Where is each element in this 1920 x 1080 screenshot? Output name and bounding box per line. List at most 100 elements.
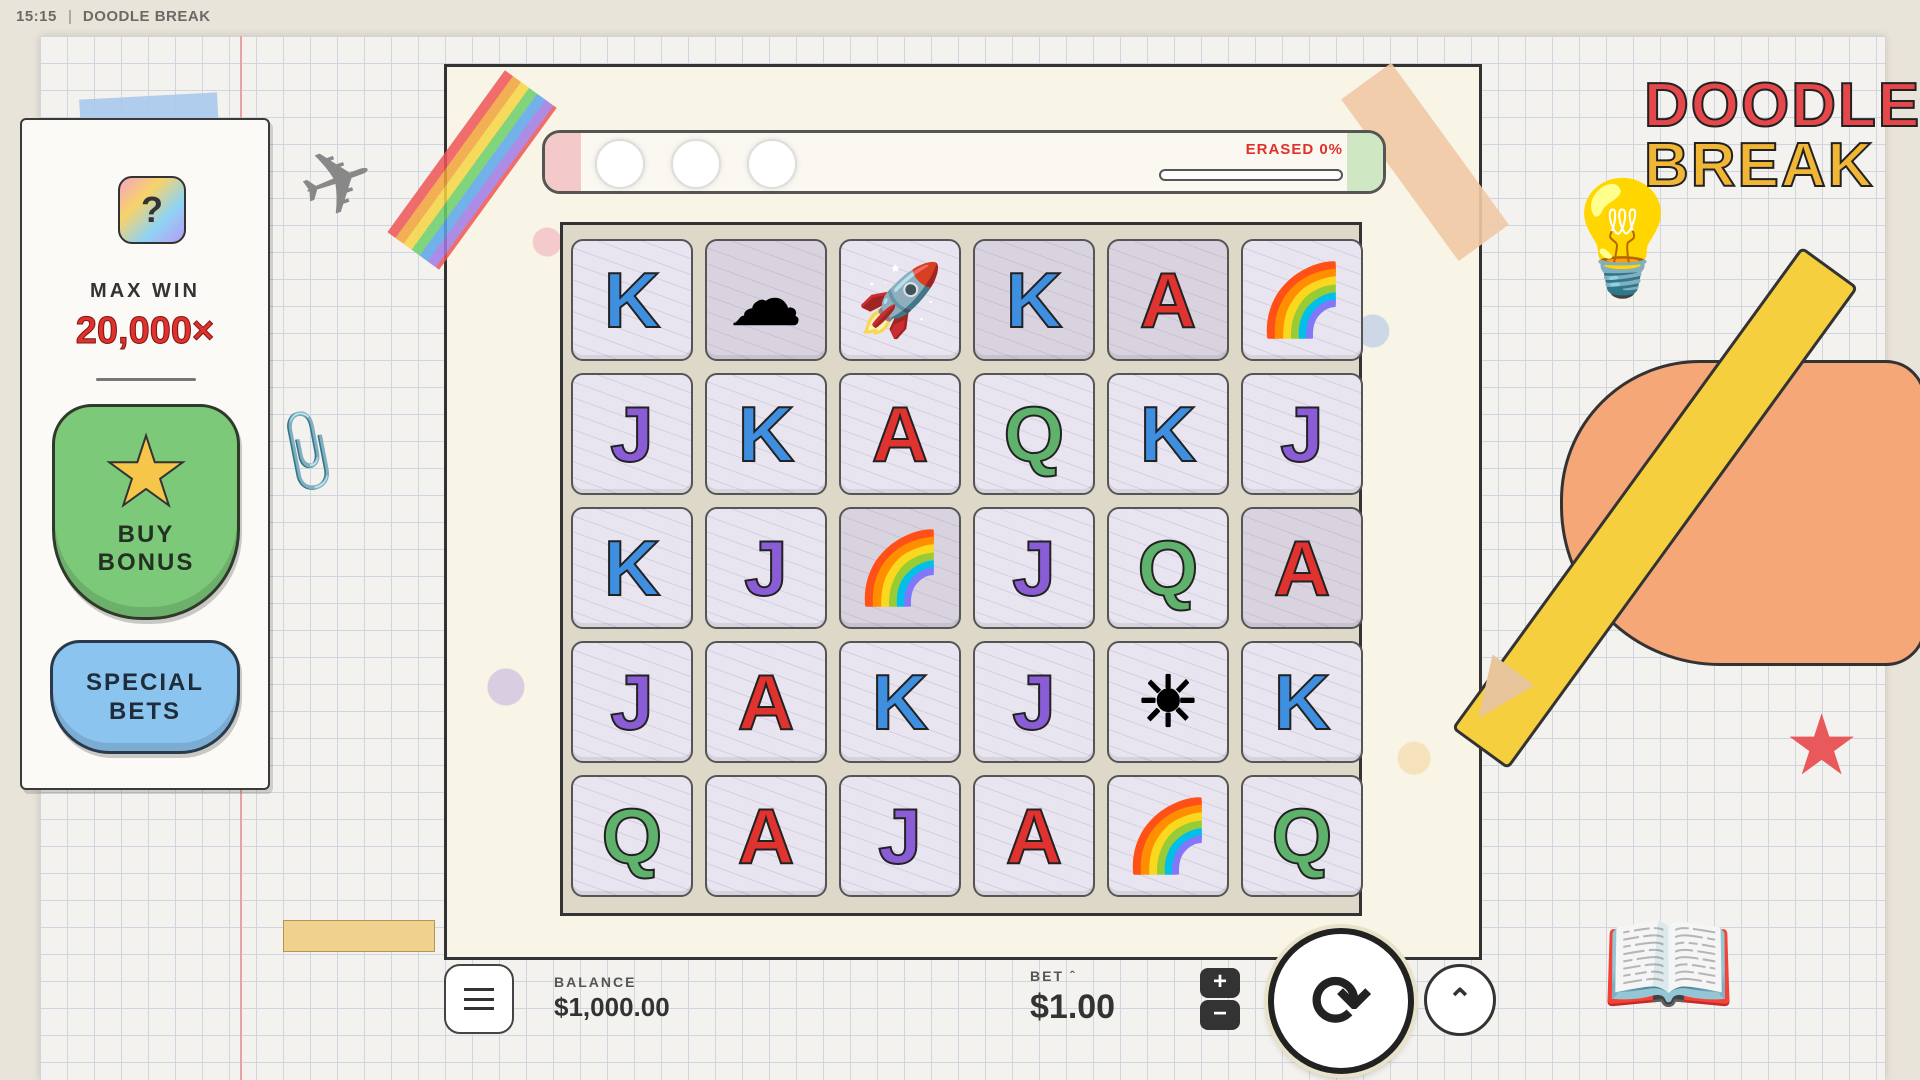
reel-symbol-cell: A [839, 373, 961, 495]
symbol-q: Q [601, 792, 664, 880]
menu-icon [464, 988, 494, 1010]
balance-label: BALANCE [554, 974, 637, 990]
bet-value[interactable]: $1.00 [1030, 988, 1115, 1027]
erased-progress-track [1159, 169, 1343, 181]
clock-time: 15:15 [16, 8, 57, 25]
special-bets-button[interactable]: SPECIAL BETS [50, 640, 240, 754]
reel-symbol-cell: Q [1107, 507, 1229, 629]
star-question-icon: ★ [102, 419, 190, 526]
symbol-j: J [743, 524, 788, 612]
help-info-button[interactable]: ? [118, 176, 186, 244]
reel-symbol-cell: K [571, 239, 693, 361]
reel-symbol-cell: 🚀 [839, 239, 961, 361]
red-star-icon: ★ [1784, 698, 1860, 792]
symbol-a: A [1273, 524, 1331, 612]
reel-grid: K ☁ 🚀 K A 🌈 J K A Q K J K J 🌈 J Q A J A K J ☀ K Q A J A 🌈 Q [560, 222, 1363, 916]
reel-symbol-cell: J [705, 507, 827, 629]
reel-symbol-cell: A [1241, 507, 1363, 629]
symbol-k: K [603, 256, 661, 344]
reel-symbol-cell: K [1107, 373, 1229, 495]
bet-increase-button[interactable]: + [1200, 968, 1240, 998]
rainbow-icon: 🌈 [1258, 261, 1346, 339]
buy-bonus-label-line2: BONUS [97, 549, 195, 576]
symbol-j: J [609, 390, 654, 478]
symbol-j: J [1011, 524, 1056, 612]
menu-button[interactable] [444, 964, 514, 1034]
reel-symbol-cell: ☀ [1107, 641, 1229, 763]
reel-symbol-cell: K [839, 641, 961, 763]
logo-line2: BREAK [1643, 131, 1875, 200]
sun-icon: ☀ [1136, 663, 1200, 741]
progress-marker [747, 139, 797, 189]
open-book-icon: 📖 [1600, 903, 1737, 1026]
progress-marker [595, 139, 645, 189]
top-status-bar: 15:15 DOODLE BREAK [16, 8, 211, 25]
question-mark-icon: ? [141, 189, 163, 230]
symbol-k: K [737, 390, 795, 478]
symbol-k: K [1005, 256, 1063, 344]
erased-percent-label: ERASED 0% [1245, 141, 1343, 158]
rainbow-icon: 🌈 [856, 529, 944, 607]
cloud-icon: ☁ [731, 261, 801, 339]
game-title: DOODLE BREAK [82, 8, 211, 25]
symbol-j: J [1011, 658, 1056, 746]
ruler-decoration [283, 920, 435, 952]
symbol-a: A [1139, 256, 1197, 344]
reel-symbol-cell: J [571, 641, 693, 763]
spin-arrows-icon: ⟳ [1310, 962, 1372, 1042]
symbol-a: A [1005, 792, 1063, 880]
symbol-q: Q [1137, 524, 1200, 612]
max-win-label: MAX WIN [90, 280, 200, 302]
reel-symbol-cell: J [839, 775, 961, 897]
bet-label[interactable]: BET ˆ [1030, 968, 1077, 984]
progress-right-cap [1347, 133, 1383, 191]
reel-symbol-cell: J [1241, 373, 1363, 495]
buy-bonus-label-line1: BUY [117, 521, 175, 548]
special-bets-label-line1: SPECIAL [85, 669, 204, 696]
rainbow-icon: 🌈 [1124, 797, 1212, 875]
symbol-k: K [871, 658, 929, 746]
symbol-j: J [877, 792, 922, 880]
left-side-panel: ? MAX WIN 20,000× ★ BUY BONUS SPECIAL BE… [20, 118, 270, 790]
reel-symbol-cell: Q [571, 775, 693, 897]
reel-symbol-cell: A [705, 641, 827, 763]
symbol-q: Q [1003, 390, 1066, 478]
game-logo: DOODLE BREAK [1643, 71, 1920, 200]
max-win-value: 20,000× [75, 310, 215, 353]
symbol-j: J [609, 658, 654, 746]
reel-symbol-cell: K [571, 507, 693, 629]
symbol-j: J [1279, 390, 1324, 478]
chevron-up-icon: ⌃ [1447, 983, 1473, 1017]
reel-symbol-cell: ☁ [705, 239, 827, 361]
logo-line1: DOODLE [1643, 71, 1920, 140]
reel-symbol-cell: K [705, 373, 827, 495]
progress-left-cap [545, 133, 581, 191]
bet-decrease-button[interactable]: − [1200, 1000, 1240, 1030]
reel-symbol-cell: J [973, 641, 1095, 763]
topbar-separator [68, 10, 71, 25]
autoplay-expand-button[interactable]: ⌃ [1424, 964, 1496, 1036]
symbol-k: K [603, 524, 661, 612]
spin-button[interactable]: ⟳ [1268, 928, 1414, 1074]
reel-symbol-cell: J [571, 373, 693, 495]
balance-value: $1,000.00 [554, 992, 670, 1022]
reel-symbol-cell: 🌈 [1107, 775, 1229, 897]
symbol-a: A [737, 658, 795, 746]
reel-symbol-cell: J [973, 507, 1095, 629]
symbol-a: A [871, 390, 929, 478]
buy-bonus-button[interactable]: ★ BUY BONUS [52, 404, 240, 620]
reel-symbol-cell: A [1107, 239, 1229, 361]
symbol-k: K [1273, 658, 1331, 746]
special-bets-label-line2: BETS [108, 698, 181, 725]
reel-symbol-cell: K [973, 239, 1095, 361]
symbol-a: A [737, 792, 795, 880]
progress-marker [671, 139, 721, 189]
symbol-k: K [1139, 390, 1197, 478]
rocket-icon: 🚀 [856, 261, 944, 339]
reel-symbol-cell: 🌈 [1241, 239, 1363, 361]
reel-symbol-cell: Q [973, 373, 1095, 495]
reel-symbol-cell: A [705, 775, 827, 897]
symbol-q: Q [1271, 792, 1334, 880]
reel-symbol-cell: K [1241, 641, 1363, 763]
reel-symbol-cell: Q [1241, 775, 1363, 897]
